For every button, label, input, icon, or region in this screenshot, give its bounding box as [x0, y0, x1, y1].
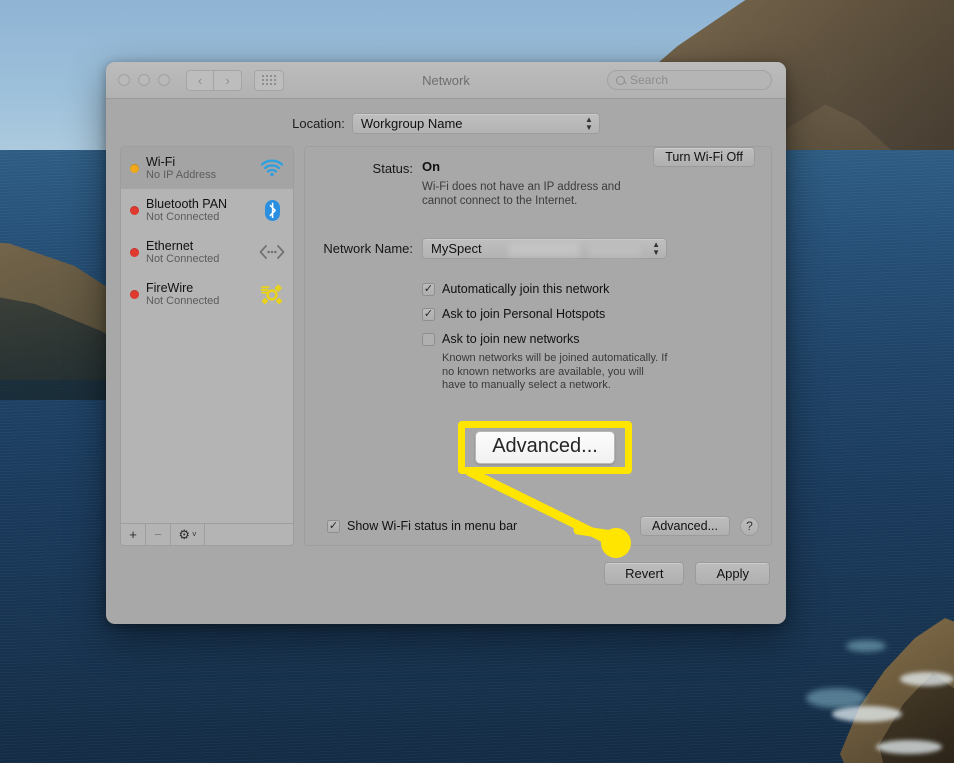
navigation-buttons: ‹ › [186, 69, 242, 91]
ask-join-new-networks-label: Ask to join new networks [442, 332, 580, 346]
sidebar-item-ethernet[interactable]: Ethernet Not Connected [121, 231, 293, 273]
show-wifi-status-label: Show Wi-Fi status in menu bar [347, 519, 518, 533]
wallpaper-foam [806, 688, 866, 708]
ethernet-icon [259, 240, 285, 264]
status-value: On [422, 159, 441, 174]
search-icon [616, 75, 625, 85]
location-value: Workgroup Name [360, 116, 463, 131]
redacted-network-name-2 [589, 242, 641, 256]
panel-bottom-row: ✓ Show Wi-Fi status in menu bar Advanced… [305, 516, 771, 536]
location-label: Location: [292, 116, 345, 131]
ask-join-hotspots-label: Ask to join Personal Hotspots [442, 307, 606, 321]
status-dot [130, 247, 139, 257]
location-row: Location: Workgroup Name ▲ ▼ [106, 99, 786, 146]
callout-target-dot [601, 528, 631, 558]
wifi-options-group: ✓ Automatically join this network ✓ Ask … [422, 282, 755, 393]
ask-join-new-networks-checkbox-row[interactable]: Ask to join new networks [422, 332, 755, 346]
network-preferences-window: ‹ › Network Search Location: Workgroup N… [106, 62, 786, 624]
interface-name: Bluetooth PAN [146, 196, 228, 211]
advanced-button-callout: Advanced... [458, 421, 632, 474]
help-button[interactable]: ? [740, 516, 759, 536]
sidebar-footer: + − ⚙ ˅ [121, 523, 293, 545]
sidebar-footer-spacer [205, 524, 293, 545]
interface-status: Not Connected [146, 252, 220, 265]
known-networks-note: Known networks will be joined automatica… [442, 352, 668, 391]
network-name-label: Network Name: [323, 241, 413, 256]
callout-advanced-button[interactable]: Advanced... [475, 431, 615, 464]
gear-icon: ⚙ [178, 526, 190, 542]
interface-status: Not Connected [146, 210, 220, 223]
grid-icon [262, 75, 276, 85]
chevron-updown-icon: ▲ ▼ [584, 114, 593, 132]
zoom-button[interactable] [158, 74, 170, 86]
interface-name: Wi-Fi [146, 154, 176, 169]
status-help-text: Wi-Fi does not have an IP address and ca… [422, 181, 621, 207]
wifi-icon [259, 156, 285, 180]
search-field[interactable]: Search [607, 70, 772, 90]
interface-name: FireWire [146, 280, 194, 295]
chevron-down-icon: ˅ [191, 530, 197, 539]
wallpaper-foam [900, 672, 954, 686]
auto-join-network-checkbox[interactable]: ✓ [422, 282, 435, 296]
network-name-value: MySpect [431, 241, 482, 256]
status-dot [130, 163, 139, 173]
sidebar-item-firewire[interactable]: FireWire Not Connected [121, 273, 293, 315]
ask-join-new-networks-checkbox[interactable] [422, 332, 435, 346]
auto-join-network-checkbox-row[interactable]: ✓ Automatically join this network [422, 282, 755, 296]
redacted-network-name [509, 242, 579, 256]
revert-button[interactable]: Revert [604, 562, 685, 585]
wallpaper-foam [876, 740, 942, 754]
window-action-buttons: Revert Apply [106, 546, 786, 585]
status-label: Status: [372, 161, 413, 176]
ask-join-hotspots-checkbox[interactable]: ✓ [422, 307, 435, 321]
interface-text: Ethernet Not Connected [146, 239, 252, 266]
show-wifi-status-checkbox[interactable]: ✓ [327, 519, 340, 533]
firewire-icon [259, 282, 285, 306]
show-all-button[interactable] [254, 69, 284, 91]
network-name-popup-button[interactable]: MySpect ▲ ▼ [422, 238, 667, 259]
status-value-group: On Turn Wi-Fi Off Wi-Fi does not have an… [413, 147, 755, 208]
interface-status: No IP Address [146, 168, 217, 181]
status-row: Status: On Turn Wi-Fi Off Wi-Fi does not… [305, 147, 755, 208]
interface-list: Wi-Fi No IP Address Bluetooth PAN Not Co… [121, 147, 293, 523]
ask-join-hotspots-checkbox-row[interactable]: ✓ Ask to join Personal Hotspots [422, 307, 755, 321]
interface-text: Wi-Fi No IP Address [146, 155, 252, 182]
wallpaper-foam [846, 640, 886, 652]
traffic-lights [118, 74, 170, 86]
status-dot [130, 289, 139, 299]
status-line: On Turn Wi-Fi Off [422, 147, 755, 174]
location-popup-button[interactable]: Workgroup Name ▲ ▼ [351, 113, 600, 134]
auto-join-network-label: Automatically join this network [442, 282, 610, 296]
interface-sidebar: Wi-Fi No IP Address Bluetooth PAN Not Co… [120, 146, 294, 546]
search-placeholder: Search [630, 73, 669, 87]
minimize-button[interactable] [138, 74, 150, 86]
network-name-row: Network Name: MySpect ▲ ▼ [305, 238, 755, 259]
back-button[interactable]: ‹ [186, 69, 214, 91]
add-interface-button[interactable]: + [121, 524, 146, 545]
sidebar-item-bluetooth-pan[interactable]: Bluetooth PAN Not Connected [121, 189, 293, 231]
remove-interface-button[interactable]: − [146, 524, 171, 545]
forward-button[interactable]: › [214, 69, 242, 91]
turn-wifi-off-button[interactable]: Turn Wi-Fi Off [653, 147, 755, 167]
network-name-value-group: MySpect ▲ ▼ [413, 238, 755, 259]
window-body: Wi-Fi No IP Address Bluetooth PAN Not Co… [106, 146, 786, 546]
sidebar-item-wifi[interactable]: Wi-Fi No IP Address [121, 147, 293, 189]
apply-button[interactable]: Apply [695, 562, 770, 585]
interface-text: Bluetooth PAN Not Connected [146, 197, 252, 224]
interface-status: Not Connected [146, 294, 220, 307]
wallpaper-foam [832, 706, 902, 722]
chevron-updown-icon: ▲ ▼ [652, 239, 660, 257]
close-button[interactable] [118, 74, 130, 86]
wifi-settings-panel: Status: On Turn Wi-Fi Off Wi-Fi does not… [304, 146, 772, 546]
interface-name: Ethernet [146, 238, 194, 253]
advanced-button[interactable]: Advanced... [639, 516, 730, 536]
interface-text: FireWire Not Connected [146, 281, 252, 308]
bluetooth-icon [259, 198, 285, 222]
interface-actions-menu-button[interactable]: ⚙ ˅ [171, 524, 205, 545]
status-dot [130, 205, 139, 215]
window-titlebar[interactable]: ‹ › Network Search [106, 62, 786, 99]
